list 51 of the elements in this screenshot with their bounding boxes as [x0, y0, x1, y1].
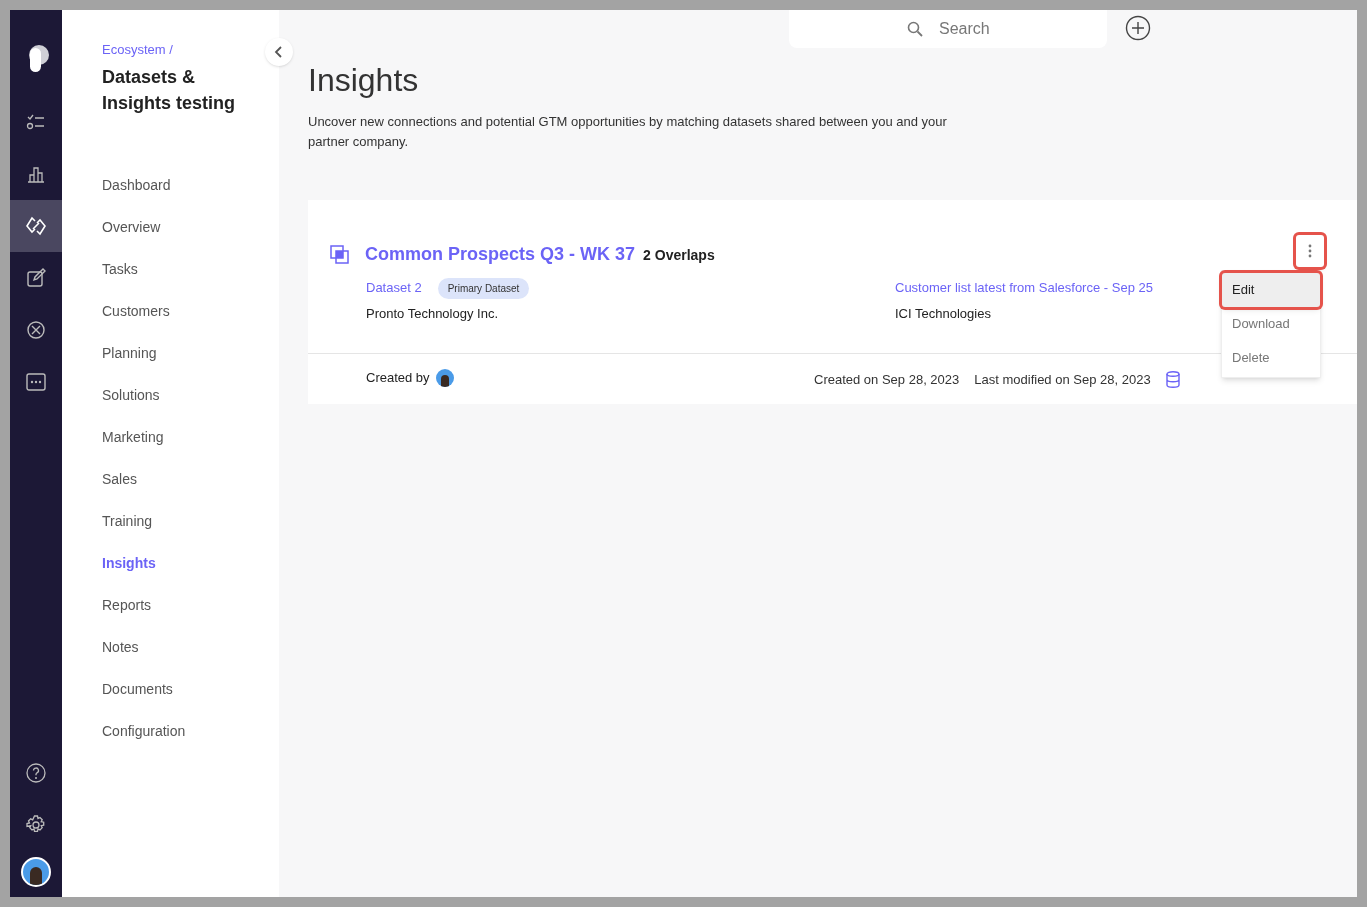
creator-avatar	[435, 368, 454, 387]
link-icon	[26, 216, 46, 236]
overlap-squares-icon	[330, 244, 350, 265]
nav-link[interactable]: Documents	[102, 667, 173, 710]
created-on-text: Created on Sep 28, 2023	[814, 371, 960, 389]
database-icon	[1165, 371, 1180, 389]
overlaps-count: 2 Overlaps	[643, 246, 715, 265]
nav-link[interactable]: Planning	[102, 331, 157, 374]
nav-link[interactable]: Dashboard	[102, 163, 171, 206]
plus-circle-icon	[1125, 15, 1151, 41]
created-by-label: Created by	[366, 369, 430, 387]
modified-on-text: Last modified on Sep 28, 2023	[974, 371, 1151, 389]
company-name: ICI Technologies	[895, 305, 992, 323]
edit-icon	[26, 268, 46, 288]
bar-chart-icon	[26, 164, 46, 184]
search-icon	[907, 21, 923, 37]
nav-link[interactable]: Marketing	[102, 415, 164, 458]
dataset-link[interactable]: Dataset 2	[366, 276, 422, 300]
nav-link[interactable]: Sales	[102, 457, 138, 500]
nav-link[interactable]: Configuration	[102, 709, 186, 752]
settings-icon	[26, 815, 46, 835]
add-button[interactable]	[1125, 15, 1151, 41]
nav-link[interactable]: Training	[102, 499, 153, 542]
menu-item[interactable]: Delete	[1222, 341, 1320, 375]
breadcrumb-link[interactable]: Ecosystem /	[102, 40, 173, 60]
page-title: Insights	[308, 61, 420, 100]
workspace-title: Datasets & Insights testing	[102, 65, 236, 115]
help-icon	[26, 763, 46, 783]
nav-link[interactable]: Overview	[102, 205, 161, 248]
nav-link[interactable]: Customers	[102, 289, 170, 332]
rail-button[interactable]	[10, 200, 62, 252]
menu-item[interactable]: Download	[1222, 307, 1320, 341]
nav-link[interactable]: Tasks	[102, 247, 138, 290]
menu-item[interactable]: Edit	[1222, 273, 1320, 307]
nav-link[interactable]: Reports	[102, 583, 152, 626]
page-description: Uncover new connections and potential GTM opportunities by matching datasets shared between you and your partner company.	[308, 113, 948, 151]
dataset-link[interactable]: Customer list latest from Salesforce - Sep 25	[895, 276, 1153, 300]
primary-dataset-badge: Primary Dataset	[437, 277, 530, 299]
more-box-icon	[26, 372, 46, 392]
user-avatar[interactable]	[21, 857, 51, 887]
search-field[interactable]: Search	[789, 10, 1107, 48]
collapse-button[interactable]	[265, 38, 293, 66]
company-name: Pronto Technology Inc.	[366, 305, 499, 323]
chevron-left-icon	[274, 46, 284, 58]
nav-link[interactable]: Notes	[102, 625, 139, 668]
vertical-dots-icon	[1308, 244, 1312, 258]
nav-link[interactable]: Solutions	[102, 373, 160, 416]
cancel-circle-icon	[26, 320, 46, 340]
nav-link[interactable]: Insights	[102, 541, 156, 584]
checklist-icon	[26, 112, 46, 132]
insight-title-link[interactable]: Common Prospects Q3 - WK 37	[365, 241, 636, 268]
